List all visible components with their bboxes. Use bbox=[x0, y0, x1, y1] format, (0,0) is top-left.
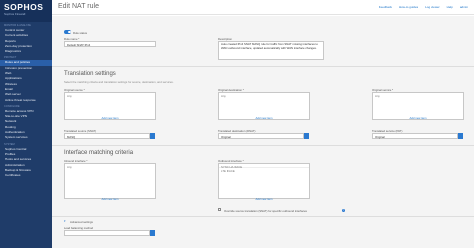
header-links: Feedback How-to guides Log viewer Help a… bbox=[379, 5, 468, 9]
advanced-settings-title[interactable]: Advanced settings bbox=[70, 220, 93, 224]
chevron-down-icon[interactable]: ▾ bbox=[64, 219, 66, 223]
original-service-add-button[interactable]: Add new item bbox=[372, 116, 464, 120]
info-icon[interactable]: i bbox=[342, 208, 345, 212]
rule-status-label: Rule status bbox=[73, 30, 87, 35]
translated-destination-select[interactable]: Original bbox=[218, 133, 304, 139]
sidebar-item-certificates[interactable]: Certificates bbox=[0, 173, 52, 178]
brand: SOPHOS Sophos Firewall bbox=[0, 0, 52, 22]
help-link[interactable]: Help bbox=[447, 5, 453, 9]
override-snat-checkbox[interactable] bbox=[218, 208, 222, 212]
brand-subtitle: Sophos Firewall bbox=[4, 12, 26, 16]
divider bbox=[52, 216, 474, 217]
translated-source-select[interactable]: MASQ bbox=[64, 133, 150, 139]
chevron-down-icon[interactable] bbox=[150, 133, 155, 139]
translation-settings-title: Translation settings bbox=[64, 71, 116, 77]
rule-name-input[interactable]: Default SNAT IPv4 bbox=[64, 41, 156, 47]
inbound-interface-list[interactable]: Any bbox=[64, 163, 156, 199]
list-item[interactable]: Any bbox=[65, 164, 155, 169]
how-to-guides-link[interactable]: How-to guides bbox=[399, 5, 418, 9]
chevron-down-icon[interactable] bbox=[150, 230, 155, 236]
load-balancing-select[interactable] bbox=[64, 230, 150, 236]
sophos-logo: SOPHOS bbox=[4, 2, 44, 12]
log-viewer-link[interactable]: Log viewer bbox=[425, 5, 440, 9]
description-input[interactable]: Auto created IPv4 SNAT MASQ rule for tra… bbox=[218, 41, 324, 60]
list-item[interactable]: LTE IFACE bbox=[219, 168, 309, 173]
list-item[interactable]: Any bbox=[219, 93, 309, 98]
sidebar-nav: MONITOR & ANALYZE Control center Current a… bbox=[0, 22, 52, 178]
override-snat-label: Override source translation (SNAT) for s… bbox=[224, 208, 307, 213]
admin-menu[interactable]: admin bbox=[460, 5, 468, 9]
divider bbox=[52, 66, 474, 67]
divider bbox=[52, 145, 474, 146]
chevron-down-icon[interactable] bbox=[304, 133, 309, 139]
original-source-add-button[interactable]: Add new item bbox=[64, 116, 156, 120]
inbound-interface-add-button[interactable]: Add new item bbox=[64, 197, 156, 201]
content-area: Rule status Rule name * Default SNAT IPv… bbox=[52, 16, 474, 248]
rule-status-toggle[interactable] bbox=[64, 30, 71, 34]
translated-service-select[interactable]: Original bbox=[372, 133, 458, 139]
outbound-interface-add-button[interactable]: Add new item bbox=[218, 197, 310, 201]
translation-settings-subtitle: Select the matching criteria and transla… bbox=[64, 80, 174, 84]
page-header: Edit NAT rule Feedback How-to guides Log… bbox=[52, 0, 474, 15]
list-item[interactable]: Any bbox=[65, 93, 155, 98]
chevron-down-icon[interactable] bbox=[458, 133, 463, 139]
list-item[interactable]: Any bbox=[373, 93, 463, 98]
feedback-link[interactable]: Feedback bbox=[379, 5, 392, 9]
outbound-interface-list[interactable]: SYNC HA IFACE LTE IFACE bbox=[218, 163, 310, 199]
sidebar: SOPHOS Sophos Firewall MONITOR & ANALYZE… bbox=[0, 0, 52, 248]
page-title: Edit NAT rule bbox=[58, 3, 99, 10]
original-destination-add-button[interactable]: Add new item bbox=[218, 116, 310, 120]
interface-matching-title: Interface matching criteria bbox=[64, 150, 134, 156]
